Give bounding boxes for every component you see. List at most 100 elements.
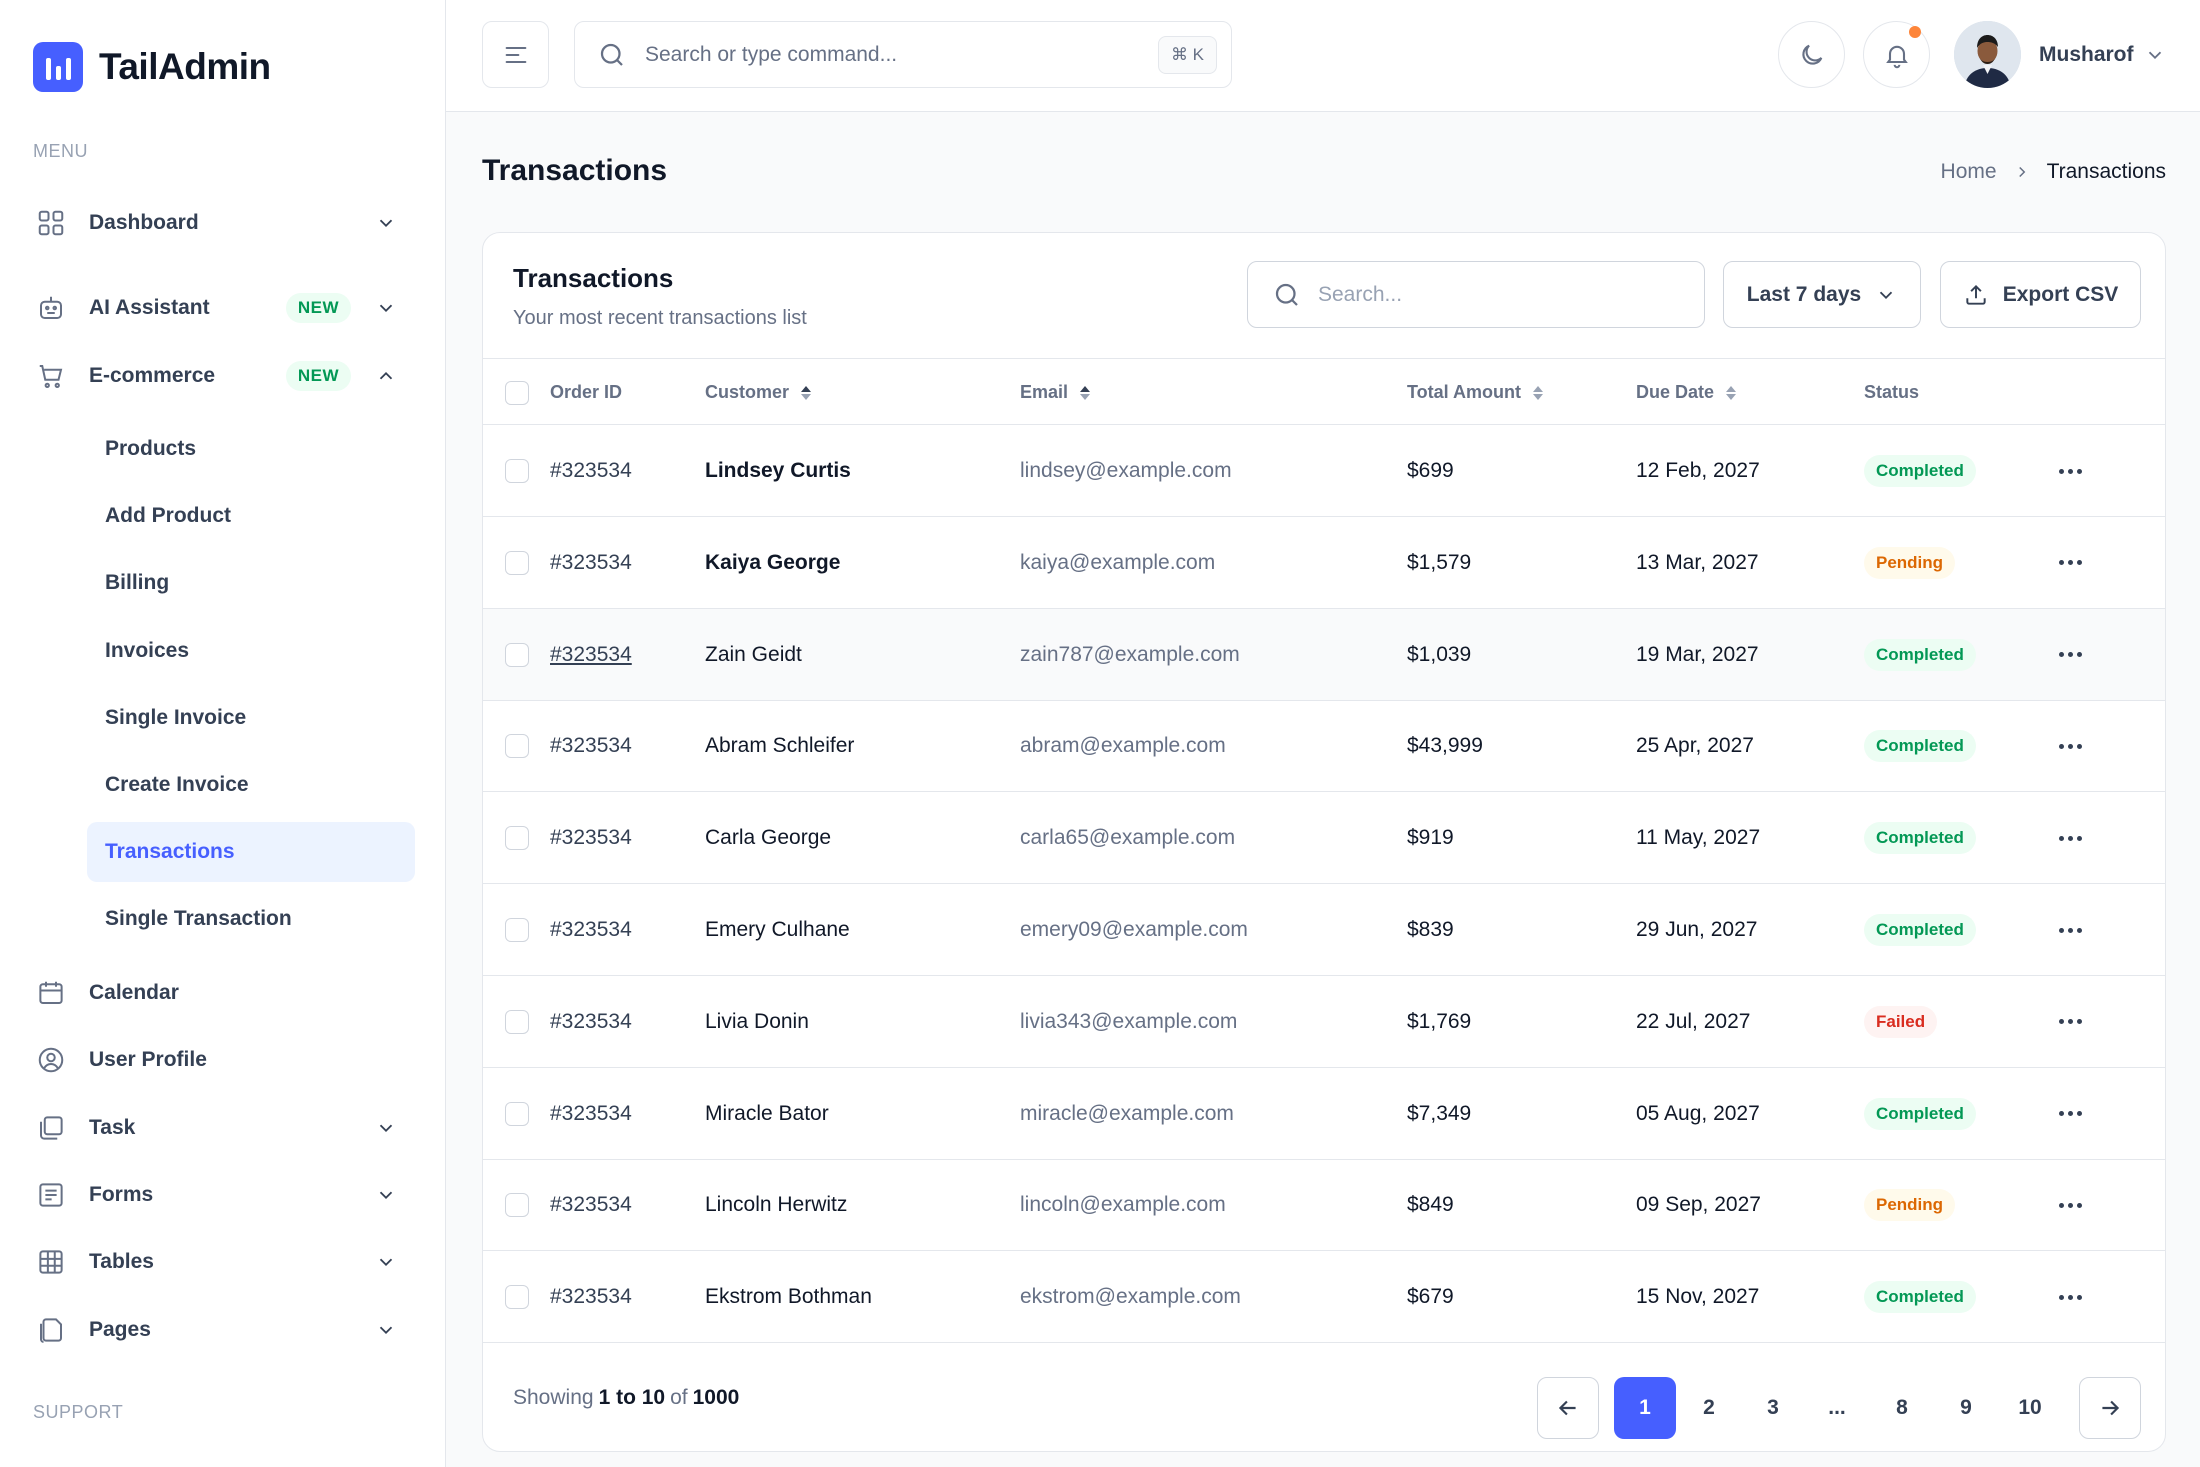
column-due-label: Due Date: [1636, 382, 1715, 402]
more-actions-button[interactable]: [2055, 1193, 2085, 1217]
page-button-9[interactable]: 9: [1935, 1377, 1997, 1439]
total-amount: $1,579: [1407, 550, 1472, 574]
page-button-1[interactable]: 1: [1614, 1377, 1676, 1439]
column-email[interactable]: Email: [1020, 359, 1091, 426]
table-row[interactable]: #323534 Ekstrom Bothman ekstrom@example.co…: [483, 1251, 2165, 1344]
sidebar-subitem-invoices[interactable]: Invoices: [87, 621, 415, 681]
sidebar-subitem-products[interactable]: Products: [87, 419, 415, 479]
form-icon: [33, 1177, 69, 1213]
table-row[interactable]: #323534 Lincoln Herwitz lincoln@example.co…: [483, 1159, 2165, 1252]
row-checkbox[interactable]: [505, 425, 529, 517]
table-row[interactable]: #323534 Carla George carla65@example.com $9…: [483, 792, 2165, 885]
order-id: #323534: [550, 734, 632, 758]
table-row[interactable]: #323534 Kaiya George kaiya@example.com $1,5…: [483, 517, 2165, 609]
table-row[interactable]: #323534 Emery Culhane emery09@example.com $…: [483, 884, 2165, 976]
row-checkbox[interactable]: [505, 1159, 529, 1251]
column-customer[interactable]: Customer: [705, 359, 812, 426]
due-date: 15 Nov, 2027: [1636, 1285, 1760, 1309]
status-badge: Completed: [1864, 822, 1976, 855]
page-button-3[interactable]: 3: [1742, 1377, 1804, 1439]
row-checkbox[interactable]: [505, 792, 529, 884]
table-icon: [33, 1244, 69, 1280]
table-row[interactable]: #323534 Livia Donin livia343@example.com $1…: [483, 976, 2165, 1068]
sidebar-subitem-create-invoice[interactable]: Create Invoice: [87, 755, 415, 815]
total-amount: $1,769: [1407, 1009, 1472, 1033]
row-checkbox[interactable]: [505, 609, 529, 701]
table-header: Order ID Customer Email Total Amount Due…: [483, 358, 2165, 425]
more-actions-button[interactable]: [2055, 826, 2085, 850]
sidebar-subitem-single-transaction[interactable]: Single Transaction: [87, 889, 415, 949]
sidebar-item-task[interactable]: Task: [33, 1097, 413, 1159]
chevron-down-icon: [379, 304, 393, 313]
more-actions-button[interactable]: [2055, 551, 2085, 575]
column-total-amount[interactable]: Total Amount: [1407, 359, 1543, 426]
sidebar-toggle-button[interactable]: [482, 21, 549, 88]
column-status: Status: [1864, 382, 1920, 402]
notifications-button[interactable]: [1863, 21, 1930, 88]
sidebar-item-forms[interactable]: Forms: [33, 1164, 413, 1226]
date-filter-dropdown[interactable]: Last 7 days: [1723, 261, 1921, 328]
order-id: #323534: [550, 550, 632, 574]
theme-toggle-button[interactable]: [1778, 21, 1845, 88]
sidebar-item-label: Forms: [89, 1183, 154, 1206]
user-menu[interactable]: Musharof: [1954, 21, 2166, 88]
more-actions-button[interactable]: [2055, 1285, 2085, 1309]
customer-name: Miracle Bator: [705, 1101, 829, 1125]
status-badge: Completed: [1864, 914, 1976, 946]
order-id[interactable]: #323534: [550, 609, 632, 701]
more-icon: [2058, 1019, 2064, 1025]
page-button-8[interactable]: 8: [1871, 1377, 1933, 1439]
global-search-input[interactable]: [645, 42, 1125, 67]
export-csv-button[interactable]: Export CSV: [1940, 261, 2141, 328]
table-search-input[interactable]: [1318, 282, 1698, 307]
more-icon: [2058, 468, 2064, 474]
row-checkbox[interactable]: [505, 1068, 529, 1160]
sidebar-item-user-profile[interactable]: User Profile: [33, 1029, 413, 1091]
more-actions-button[interactable]: [2055, 643, 2085, 667]
table-row[interactable]: #323534 Abram Schleifer abram@example.com $…: [483, 700, 2165, 793]
global-search[interactable]: ⌘ K: [574, 21, 1232, 88]
sidebar-subitem-add-product[interactable]: Add Product: [87, 486, 415, 546]
more-actions-button[interactable]: [2055, 918, 2085, 942]
row-checkbox[interactable]: [505, 1251, 529, 1343]
breadcrumb-home[interactable]: Home: [1941, 160, 1997, 184]
sidebar-item-ai-assistant[interactable]: AI Assistant NEW: [33, 277, 413, 339]
sidebar-item-tables[interactable]: Tables: [33, 1231, 413, 1293]
page-button-2[interactable]: 2: [1678, 1377, 1740, 1439]
more-actions-button[interactable]: [2055, 1010, 2085, 1034]
more-actions-button[interactable]: [2055, 459, 2085, 483]
task-icon: [33, 1110, 69, 1146]
sidebar-item-ecommerce[interactable]: E-commerce NEW: [33, 345, 413, 407]
sidebar-item-pages[interactable]: Pages: [33, 1299, 413, 1361]
table-row[interactable]: #323534 Lindsey Curtis lindsey@example.com…: [483, 425, 2165, 517]
more-actions-button[interactable]: [2055, 1102, 2085, 1126]
page-button-10[interactable]: 10: [1999, 1377, 2061, 1439]
row-checkbox[interactable]: [505, 976, 529, 1068]
total-amount: $849: [1407, 1193, 1454, 1217]
table-row[interactable]: #323534 Miracle Bator miracle@example.com $…: [483, 1068, 2165, 1160]
due-date: 12 Feb, 2027: [1636, 459, 1760, 482]
date-filter-label: Last 7 days: [1746, 282, 1862, 306]
menu-section-label: MENU: [33, 141, 88, 161]
row-checkbox[interactable]: [505, 884, 529, 976]
table-row[interactable]: #323534 Zain Geidt zain787@example.com $1,0…: [483, 608, 2165, 701]
page-title: Transactions: [482, 154, 668, 187]
sidebar-item-dashboard[interactable]: Dashboard: [33, 192, 413, 254]
more-icon: [2058, 927, 2064, 933]
next-page-button[interactable]: [2079, 1377, 2141, 1439]
column-due-date[interactable]: Due Date: [1636, 359, 1737, 426]
sidebar-item-calendar[interactable]: Calendar: [33, 962, 413, 1024]
more-actions-button[interactable]: [2055, 734, 2085, 758]
card-title: Transactions: [513, 263, 674, 293]
row-checkbox[interactable]: [505, 700, 529, 792]
select-all-checkbox[interactable]: [505, 359, 529, 426]
table-search[interactable]: [1247, 261, 1705, 328]
logo[interactable]: TailAdmin: [33, 42, 271, 92]
search-icon: [1275, 283, 1298, 306]
sidebar-item-label: Task: [89, 1116, 136, 1139]
row-checkbox[interactable]: [505, 517, 529, 609]
sidebar-subitem-billing[interactable]: Billing: [87, 553, 415, 613]
sidebar-subitem-single-invoice[interactable]: Single Invoice: [87, 688, 415, 748]
previous-page-button[interactable]: [1537, 1377, 1599, 1439]
sidebar-subitem-transactions[interactable]: Transactions: [87, 822, 415, 882]
